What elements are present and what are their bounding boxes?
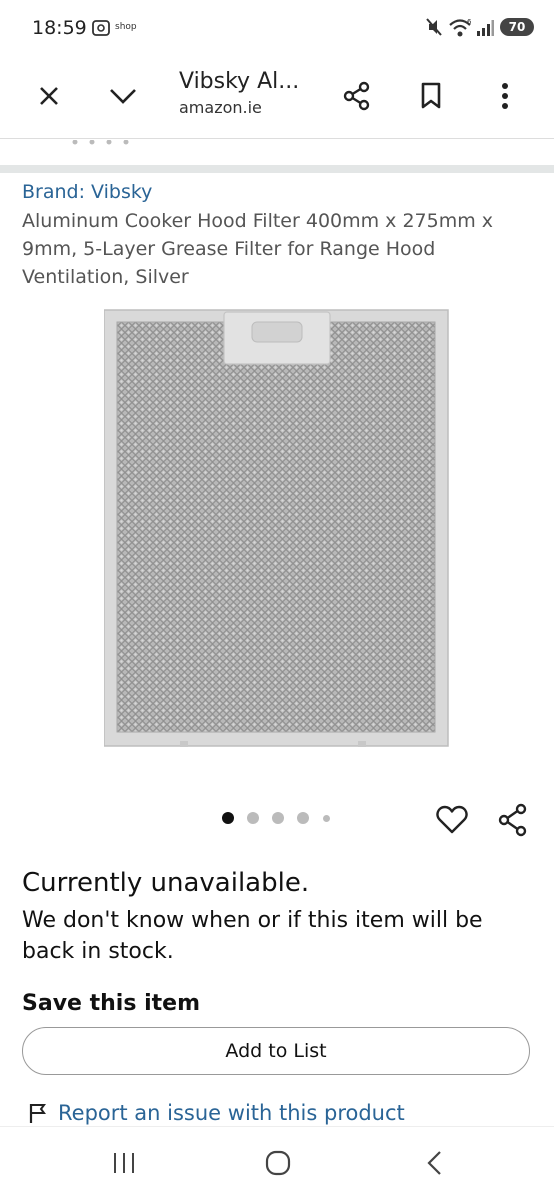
home-button[interactable] — [253, 1145, 303, 1181]
product-title: Aluminum Cooker Hood Filter 400mm x 275m… — [22, 210, 494, 288]
brand-link[interactable]: Brand: Vibsky — [22, 181, 152, 203]
page-title: Vibsky Al... — [179, 69, 300, 94]
share-icon — [343, 81, 370, 111]
wifi-label: 6 — [467, 18, 472, 26]
more-options-button[interactable] — [481, 72, 529, 120]
battery-indicator: 70 — [500, 18, 534, 36]
share-icon — [498, 803, 527, 837]
recent-apps-button[interactable] — [99, 1145, 149, 1181]
page-domain: amazon.ie — [179, 98, 262, 117]
product-image[interactable] — [103, 308, 450, 748]
carousel-dot-1[interactable] — [222, 812, 234, 824]
minimize-button[interactable] — [99, 72, 147, 120]
wifi-icon: 6 — [449, 18, 472, 37]
carousel-dot-2[interactable] — [247, 812, 259, 824]
page-title-area[interactable]: Vibsky Al... amazon.ie — [179, 69, 299, 117]
mute-icon — [426, 18, 442, 36]
flag-icon — [29, 1104, 46, 1123]
more-vert-icon — [502, 83, 508, 109]
wishlist-button[interactable] — [428, 796, 476, 844]
carousel-dot-5[interactable] — [323, 815, 330, 822]
report-issue-label: Report an issue with this product — [58, 1101, 405, 1125]
share-button[interactable] — [333, 72, 381, 120]
filter-image — [103, 309, 449, 747]
add-to-list-button[interactable]: Add to List — [22, 1027, 530, 1075]
availability-heading: Currently unavailable. — [22, 868, 310, 898]
system-navigation-bar — [0, 1126, 554, 1201]
status-bar: 18:59 shop 6 70 — [0, 0, 554, 56]
heart-icon — [436, 805, 468, 834]
custom-tab-toolbar: Vibsky Al... amazon.ie — [0, 56, 554, 138]
carousel-dot-3[interactable] — [272, 812, 284, 824]
shop-label: shop — [115, 22, 137, 32]
bookmark-icon — [421, 82, 441, 109]
save-item-heading: Save this item — [22, 991, 200, 1016]
signal-icon — [477, 20, 494, 36]
back-button[interactable] — [409, 1145, 459, 1181]
chevron-down-icon — [110, 89, 136, 104]
status-time: 18:59 — [32, 17, 87, 39]
back-icon — [427, 1151, 441, 1175]
report-issue-link[interactable]: Report an issue with this product — [28, 1101, 405, 1125]
share-product-button[interactable] — [489, 796, 537, 844]
rating-stars-cutoff — [72, 140, 129, 145]
toolbar-divider — [0, 138, 554, 139]
availability-message: We don't know when or if this item will … — [22, 908, 483, 964]
close-icon — [40, 87, 58, 105]
bookmark-button[interactable] — [407, 72, 455, 120]
section-divider — [0, 165, 554, 173]
home-icon — [265, 1150, 291, 1176]
shop-app-icon — [92, 20, 110, 36]
recent-apps-icon — [114, 1153, 134, 1173]
carousel-dot-4[interactable] — [297, 812, 309, 824]
close-button[interactable] — [25, 72, 73, 120]
